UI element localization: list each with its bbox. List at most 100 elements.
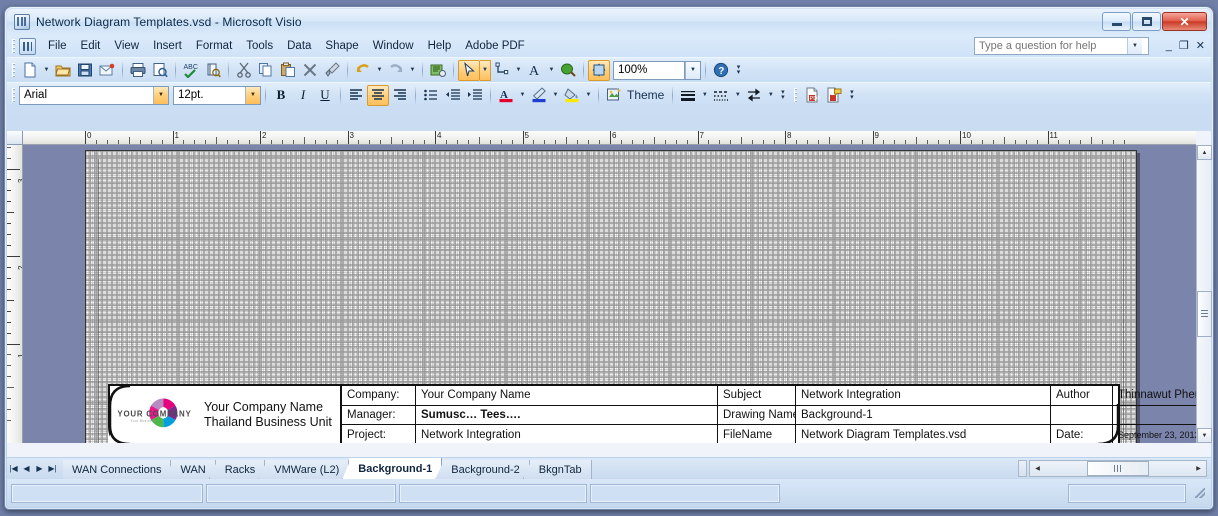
chevron-down-icon[interactable]: ▼ [245,86,260,104]
tab-wan-connections[interactable]: WAN Connections [63,460,172,479]
cell-value-date[interactable]: September 23, 2012 [1113,425,1196,443]
table-row[interactable]: Company: Your Company Name Subject Netwo… [342,386,1196,406]
zoom-dropdown[interactable]: ▼ [685,60,701,80]
next-page-button[interactable]: ▶ [33,460,46,477]
font-color-icon[interactable]: A [495,85,517,106]
print-preview-icon[interactable] [149,60,171,81]
redo-dropdown-icon[interactable]: ▼ [407,60,418,81]
horizontal-ruler[interactable]: 0 1 2 3 4 5 6 7 8 9 10 11 [23,131,1196,145]
scroll-left-arrow-icon[interactable]: ◀ [1030,461,1045,476]
formatting-toolbar-gripper[interactable] [12,88,15,102]
menu-edit[interactable]: Edit [74,37,108,55]
scroll-right-arrow-icon[interactable]: ▶ [1191,461,1206,476]
menu-shape[interactable]: Shape [318,37,365,55]
cell-value-drawing-name[interactable]: Background-1 [796,405,1051,425]
toolbar-overflow-icon[interactable]: ▾ ▾ [732,60,745,81]
drawing-page[interactable]: YOUR COMPANY Your Business Your Company … [85,150,1196,443]
align-center-icon[interactable] [367,84,389,106]
font-size-combo[interactable]: 12pt. ▼ [173,85,261,105]
text-tool-icon[interactable]: A [524,60,546,81]
undo-icon[interactable] [352,60,374,81]
copy-icon[interactable] [255,60,277,81]
cell-value-project[interactable]: Network Integration [416,425,718,443]
tab-bkgntab[interactable]: BkgnTab [529,460,592,479]
line-color-dropdown-icon[interactable]: ▼ [550,85,561,106]
convert-to-pdf-icon[interactable]: PDF [801,85,823,106]
delete-icon[interactable] [299,60,321,81]
font-color-dropdown-icon[interactable]: ▼ [517,85,528,106]
research-icon[interactable] [202,60,224,81]
vertical-scrollbar[interactable]: ▲ ▼ [1196,145,1212,443]
tab-splitter[interactable] [1018,460,1027,477]
italic-button[interactable]: I [292,85,314,106]
tab-background-1[interactable]: Background-1 [349,458,443,479]
menu-adobe-pdf[interactable]: Adobe PDF [458,37,531,55]
line-color-icon[interactable] [528,85,550,106]
help-search-input[interactable] [975,38,1127,54]
minimize-button[interactable] [1102,12,1131,31]
logo-cell[interactable]: YOUR COMPANY Your Business Your Company … [110,386,342,443]
mdi-minimize-button[interactable]: _ [1166,40,1172,52]
help-icon[interactable]: ? [710,60,732,81]
line-ends-dropdown-icon[interactable]: ▼ [765,85,776,106]
cut-icon[interactable] [233,60,255,81]
first-page-button[interactable]: |◀ [7,460,20,477]
menubar-gripper[interactable] [12,39,15,53]
horizontal-scrollbar[interactable]: ◀ ▶ [1029,460,1207,477]
new-document-dropdown-icon[interactable]: ▼ [41,60,52,81]
line-pattern-dropdown-icon[interactable]: ▼ [732,85,743,106]
menu-insert[interactable]: Insert [146,37,189,55]
save-icon[interactable] [74,60,96,81]
format-painter-icon[interactable] [321,60,343,81]
increase-indent-icon[interactable] [464,85,486,106]
hyperlink-icon[interactable] [427,60,449,81]
tab-vmware-l2[interactable]: VMWare (L2) [265,460,350,479]
pointer-tool-dropdown-icon[interactable]: ▼ [480,59,491,81]
menu-tools[interactable]: Tools [239,37,280,55]
pdf-toolbar-gripper[interactable] [794,88,798,102]
mdi-restore-button[interactable]: ❐ [1179,39,1189,52]
standard-toolbar-gripper[interactable] [12,63,15,77]
chevron-down-icon[interactable]: ▼ [153,86,168,104]
zoom-combo[interactable]: 100% [613,60,685,80]
previous-page-button[interactable]: ◀ [20,460,33,477]
formatting-toolbar-overflow-icon[interactable]: ▾ ▾ [776,85,789,106]
chevron-down-icon[interactable]: ▼ [1127,38,1142,54]
ruler-corner[interactable] [7,131,23,145]
theme-label[interactable]: Theme [625,88,668,102]
title-block-shape[interactable]: YOUR COMPANY Your Business Your Company … [108,384,1196,443]
spelling-icon[interactable]: ABC [180,60,202,81]
pdf-toolbar-overflow-icon[interactable]: ▾ ▾ [845,85,858,106]
drawing-canvas[interactable]: YOUR COMPANY Your Business Your Company … [23,145,1196,443]
bold-button[interactable]: B [270,85,292,106]
underline-button[interactable]: U [314,85,336,106]
menu-data[interactable]: Data [280,37,318,55]
line-ends-icon[interactable] [743,85,765,106]
cell-value-blank[interactable] [1113,406,1196,425]
menu-file[interactable]: File [41,37,74,55]
help-search-box[interactable]: ▼ [974,37,1149,55]
close-button[interactable]: ✕ [1162,12,1207,31]
align-left-icon[interactable] [345,85,367,106]
decrease-indent-icon[interactable] [442,85,464,106]
new-document-icon[interactable] [19,60,41,81]
connector-tool-icon[interactable] [491,60,513,81]
drawing-tool-icon[interactable] [557,60,579,81]
chevron-down-icon[interactable]: ▼ [685,61,700,79]
scroll-down-arrow-icon[interactable]: ▼ [1197,428,1212,443]
fill-color-dropdown-icon[interactable]: ▼ [583,85,594,106]
tab-wan[interactable]: WAN [171,460,216,479]
table-row[interactable]: Project: Network Integration FileName Ne… [342,425,1196,443]
horizontal-scroll-thumb[interactable] [1087,461,1149,476]
resize-grip-icon[interactable] [1195,488,1205,498]
cell-value-author[interactable]: Thinnawut Phermpool [1113,386,1196,405]
pan-zoom-icon[interactable] [588,59,610,81]
bullets-icon[interactable] [420,85,442,106]
cell-value-filename[interactable]: Network Diagram Templates.vsd [796,425,1051,443]
vertical-ruler[interactable]: 123 [7,145,23,443]
vertical-scroll-thumb[interactable] [1197,291,1212,337]
theme-icon[interactable] [603,85,625,106]
tab-racks[interactable]: Racks [215,460,266,479]
cell-value-company[interactable]: Your Company Name [416,386,718,405]
menu-window[interactable]: Window [366,37,421,55]
